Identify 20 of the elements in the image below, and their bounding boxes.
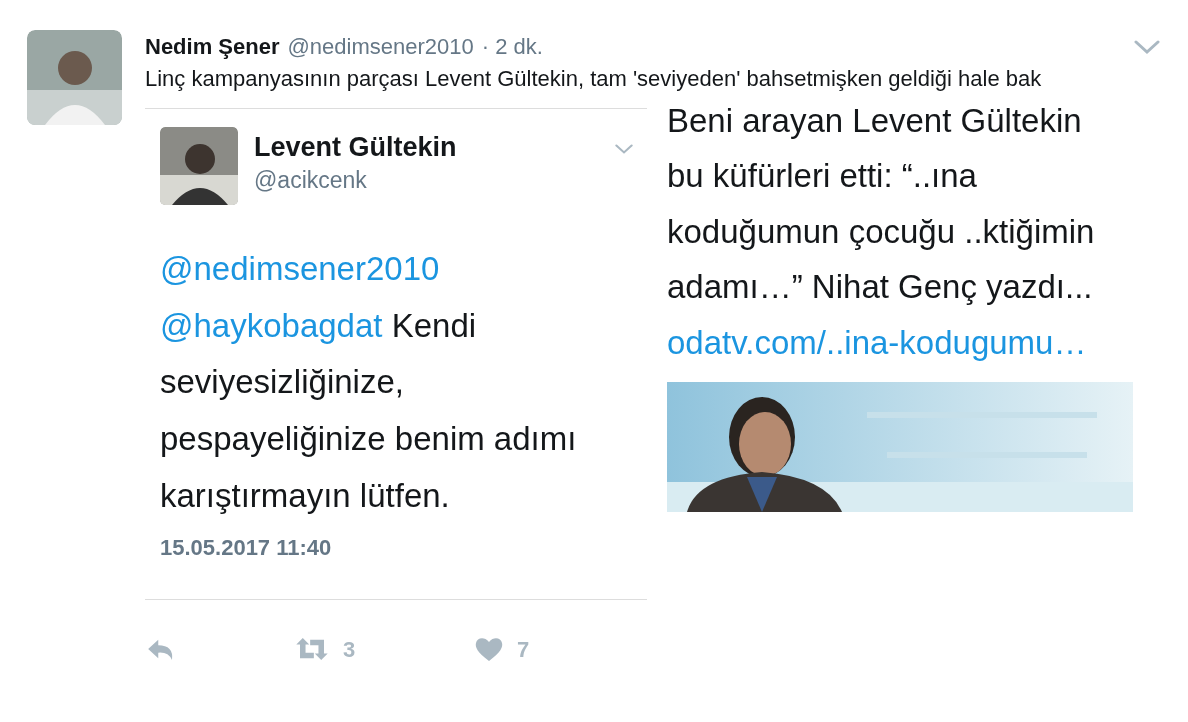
chevron-down-icon[interactable] — [1134, 38, 1160, 55]
user-handle[interactable]: @nedimsener2010 — [287, 30, 474, 63]
author-name[interactable]: Nedim Şener — [145, 30, 280, 63]
link[interactable]: @haykobagdat — [160, 306, 383, 344]
author-name[interactable]: Levent Gültekin — [254, 130, 457, 164]
action-count: 3 — [343, 635, 356, 664]
action-count: 7 — [517, 635, 530, 664]
timestamp[interactable]: · 2 dk. — [481, 30, 543, 63]
heart-icon[interactable] — [475, 636, 503, 663]
timestamp: 15.05.2017 11:40 — [160, 533, 333, 562]
avatar[interactable] — [27, 30, 122, 125]
tweet-text: Linç kampanyasının parçası Levent Gültekin, tam 'seviyeden' bahsetmişken geldiği hale bak — [145, 65, 1043, 93]
user-handle[interactable]: @acikcenk — [254, 163, 457, 198]
link[interactable]: odatv.com/..ina-kodugumu… — [667, 323, 1087, 361]
avatar[interactable] — [160, 126, 238, 205]
link[interactable]: @nedimsener2010 — [160, 249, 440, 287]
tweet-text: @nedimsener2010 @haykobagdat Kendi seviyesizliğinize, pespayeliğinize benim adımı karıştırmayın lütfen. — [160, 248, 578, 516]
chevron-down-icon[interactable] — [615, 142, 633, 155]
tweet-text: Beni arayan Levent Gültekin bu küfürleri etti: “..ına koduğumun çocuğu ..ktiğimin adamı…” Nihat Genç yazdı... odatv.com/..ina-kodugumu… — [667, 100, 1096, 363]
retweet-icon[interactable] — [295, 637, 329, 662]
